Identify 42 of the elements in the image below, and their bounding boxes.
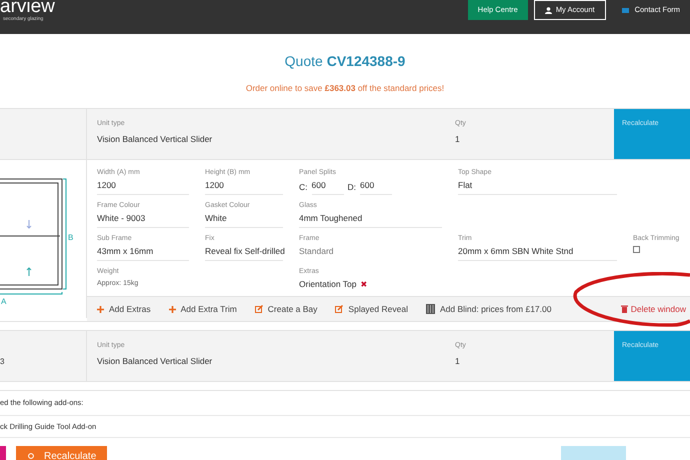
split-label: C:	[299, 182, 308, 193]
input-field[interactable]: Reveal fix Self-drilled	[205, 246, 283, 261]
promo-text: Order online to save £363.03 off the standard prices!	[246, 82, 444, 95]
circle-icon	[28, 453, 34, 459]
action-link[interactable]: Add Extras	[97, 302, 151, 316]
blind-icon	[426, 304, 435, 314]
input-field[interactable]: 600	[312, 180, 344, 195]
input-field[interactable]: Flat	[458, 180, 617, 195]
quantity-value: 1	[455, 354, 461, 368]
user-icon	[544, 6, 552, 14]
field-value: Standard	[299, 246, 334, 258]
unit-type-value: Vision Balanced Vertical Slider	[97, 132, 214, 146]
side-tab[interactable]	[0, 446, 6, 460]
delete-window-link[interactable]: Delete window	[620, 302, 686, 316]
input-field[interactable]: White	[205, 213, 283, 228]
split-label: D:	[348, 182, 356, 193]
unit-type-value: Vision Balanced Vertical Slider	[97, 354, 214, 368]
logo-text: arview	[0, 0, 56, 16]
edit-icon	[335, 305, 344, 313]
action-link[interactable]: Splayed Reveal	[335, 302, 408, 316]
action-link[interactable]: Create a Bay	[254, 302, 318, 316]
action-link[interactable]: Add Blind: prices from £17.00	[426, 302, 552, 316]
edit-icon	[254, 305, 263, 313]
plus-icon	[97, 306, 104, 312]
window-name: 3	[0, 356, 4, 368]
input-field[interactable]: 43mm x 16mm	[97, 246, 189, 261]
action-link[interactable]: Add Extra Trim	[168, 302, 237, 316]
quote-title: Quote CV124388-9	[284, 52, 406, 71]
input-field[interactable]: White - 9003	[97, 213, 189, 228]
input-field[interactable]: 1200	[205, 180, 283, 195]
quantity-value: 1	[455, 132, 461, 146]
trash-icon	[620, 305, 628, 313]
input-field[interactable]: 600	[360, 180, 392, 195]
input-field[interactable]: 1200	[97, 180, 189, 195]
mail-icon	[622, 8, 629, 12]
remove-button[interactable]: ✖	[360, 280, 368, 288]
extra-item: Orientation Top	[299, 279, 356, 290]
checkbox[interactable]	[633, 246, 640, 253]
plus-icon	[168, 306, 176, 312]
input-field[interactable]: 20mm x 6mm SBN White Stnd	[458, 246, 617, 261]
faded-button[interactable]	[561, 446, 626, 460]
input-field[interactable]: 4mm Toughened	[299, 213, 442, 228]
